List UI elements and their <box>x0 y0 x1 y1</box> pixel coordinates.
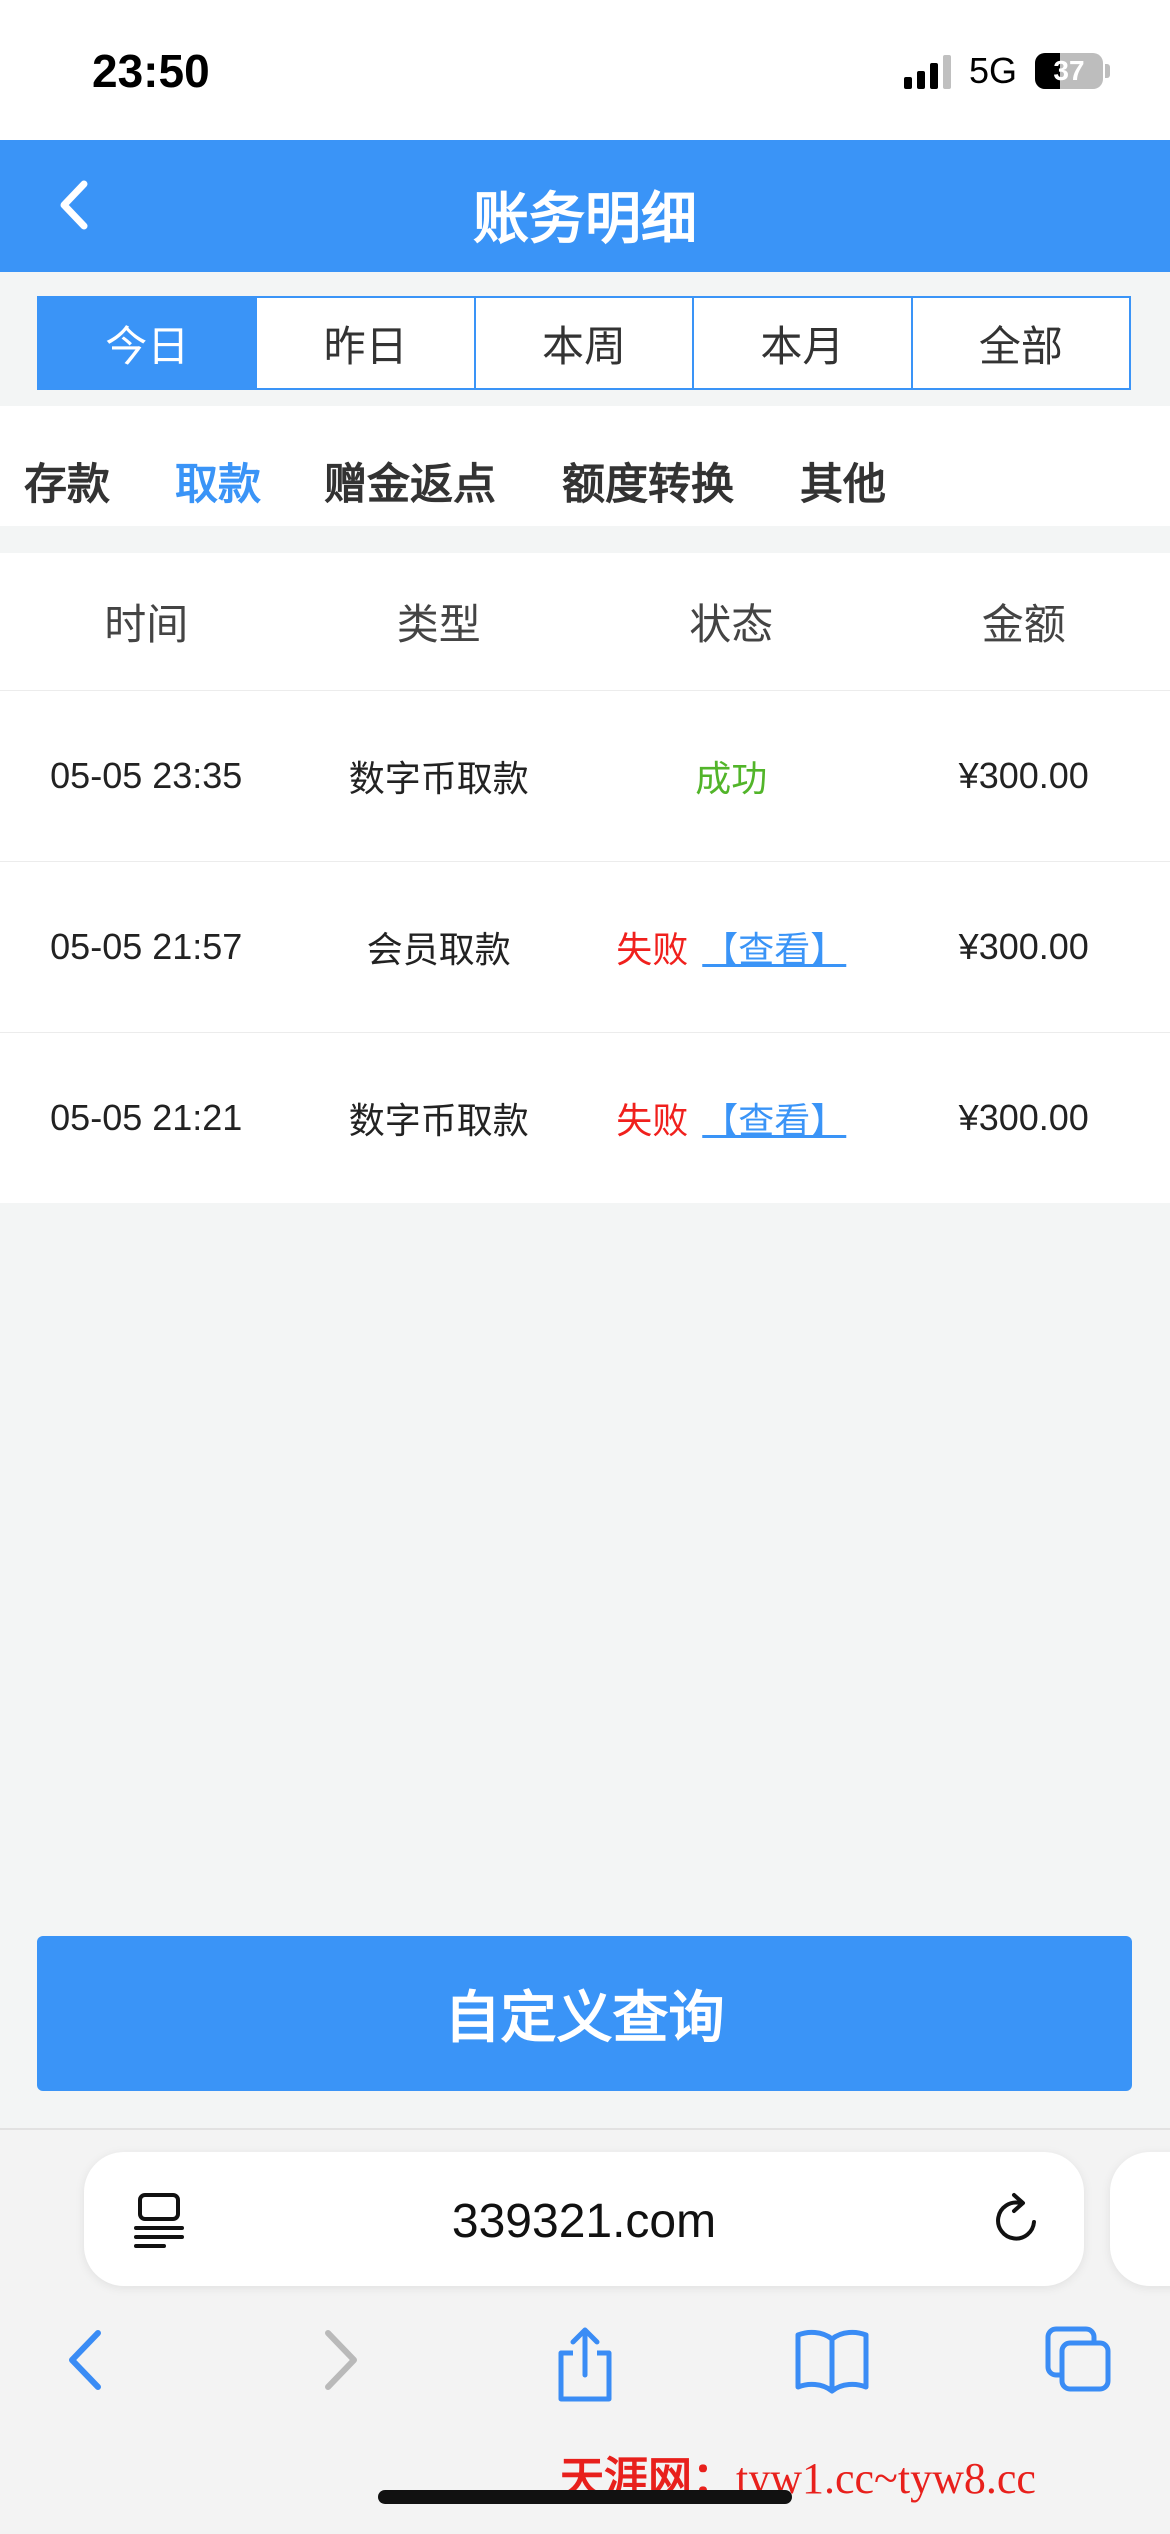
home-indicator <box>378 2490 792 2504</box>
tab-all[interactable]: 全部 <box>913 298 1129 388</box>
table-row: 05-05 21:57 会员取款 失败【查看】 ¥300.00 <box>0 862 1170 1033</box>
row-time: 05-05 23:35 <box>0 755 293 797</box>
row-status: 失败【查看】 <box>585 921 878 973</box>
tab-withdrawal[interactable]: 取款 <box>175 450 261 512</box>
header-status: 状态 <box>585 591 878 652</box>
table-row: 05-05 23:35 数字币取款 成功 ¥300.00 <box>0 691 1170 862</box>
reload-icon[interactable] <box>990 2192 1044 2248</box>
header-amount: 金额 <box>878 591 1170 652</box>
row-amount: ¥300.00 <box>878 1097 1170 1139</box>
tab-today[interactable]: 今日 <box>39 298 257 388</box>
battery-icon: 37 <box>1035 53 1103 89</box>
row-status: 失败【查看】 <box>585 1092 878 1144</box>
row-type: 数字币取款 <box>293 1092 586 1144</box>
status-indicators: 5G 37 <box>904 50 1110 92</box>
status-time: 23:50 <box>92 44 210 98</box>
header-type: 类型 <box>293 591 586 652</box>
status-badge: 失败 <box>616 929 688 970</box>
address-bar[interactable]: 339321.com <box>84 2152 1084 2286</box>
forward-icon[interactable] <box>312 2325 368 2395</box>
tab-deposit[interactable]: 存款 <box>24 450 110 512</box>
row-amount: ¥300.00 <box>878 755 1170 797</box>
view-details-link[interactable]: 【查看】 <box>702 1100 846 1141</box>
tab-other[interactable]: 其他 <box>800 450 886 512</box>
back-icon[interactable] <box>58 2325 114 2395</box>
row-type: 数字币取款 <box>293 750 586 802</box>
battery-level: 37 <box>1035 55 1103 87</box>
share-icon[interactable] <box>551 2325 619 2405</box>
tabs-icon[interactable] <box>1044 2325 1114 2395</box>
url-text: 339321.com <box>84 2194 1084 2249</box>
network-label: 5G <box>969 50 1017 92</box>
tab-this-week[interactable]: 本周 <box>476 298 694 388</box>
tab-quota-transfer[interactable]: 额度转换 <box>562 450 734 512</box>
status-bar: 23:50 5G 37 <box>0 0 1170 140</box>
next-tab-peek[interactable] <box>1110 2152 1170 2286</box>
row-type: 会员取款 <box>293 921 586 973</box>
row-time: 05-05 21:21 <box>0 1097 293 1139</box>
view-details-link[interactable]: 【查看】 <box>702 929 846 970</box>
status-badge: 失败 <box>616 1100 688 1141</box>
row-time: 05-05 21:57 <box>0 926 293 968</box>
records-table: 时间 类型 状态 金额 05-05 23:35 数字币取款 成功 ¥300.00… <box>0 553 1170 1203</box>
signal-icon <box>904 53 951 89</box>
bookmarks-icon[interactable] <box>794 2325 870 2395</box>
row-status: 成功 <box>585 750 878 802</box>
page-title: 账务明细 <box>0 174 1170 255</box>
tab-bonus-rebate[interactable]: 赠金返点 <box>324 450 496 512</box>
status-badge: 成功 <box>695 758 767 799</box>
custom-query-button[interactable]: 自定义查询 <box>37 1936 1132 2091</box>
category-tabs: 存款 取款 赠金返点 额度转换 其他 <box>0 406 1170 526</box>
period-tabs: 今日 昨日 本周 本月 全部 <box>37 296 1131 390</box>
tab-yesterday[interactable]: 昨日 <box>257 298 475 388</box>
table-row: 05-05 21:21 数字币取款 失败【查看】 ¥300.00 <box>0 1033 1170 1203</box>
row-amount: ¥300.00 <box>878 926 1170 968</box>
tab-this-month[interactable]: 本月 <box>694 298 912 388</box>
nav-bar: 账务明细 <box>0 140 1170 272</box>
table-header: 时间 类型 状态 金额 <box>0 553 1170 691</box>
header-time: 时间 <box>0 591 293 652</box>
